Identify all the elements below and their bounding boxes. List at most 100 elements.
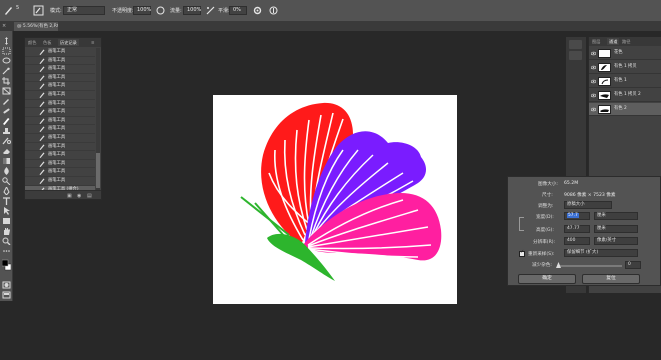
- layers-panel-tabs: 图层 通道 路径: [589, 37, 661, 46]
- history-state-row[interactable]: 画笔工具: [25, 91, 95, 100]
- height-input[interactable]: 47.77: [564, 225, 590, 233]
- visibility-eye-icon[interactable]: [590, 79, 597, 84]
- dodge-tool-icon[interactable]: [2, 177, 11, 185]
- history-state-row[interactable]: 画笔工具: [25, 65, 95, 74]
- foreground-background-swatch[interactable]: [2, 259, 11, 271]
- gear-icon[interactable]: [252, 5, 263, 16]
- airbrush-icon[interactable]: [205, 5, 216, 16]
- marquee-tool-icon[interactable]: [2, 47, 11, 55]
- history-state-row[interactable]: 画笔工具: [25, 177, 95, 186]
- history-state-row[interactable]: 画笔工具: [25, 117, 95, 126]
- smoothing-input[interactable]: 0%: [229, 6, 247, 15]
- trash-icon[interactable]: ▤: [87, 193, 92, 199]
- healing-brush-tool-icon[interactable]: [2, 107, 11, 115]
- history-state-label: 画笔工具: [48, 74, 66, 80]
- clone-stamp-tool-icon[interactable]: [2, 127, 11, 135]
- brush-icon: [39, 152, 45, 159]
- tab-paths[interactable]: 路径: [622, 38, 630, 45]
- fit-to-select[interactable]: 原稿大小: [564, 201, 612, 209]
- visibility-eye-icon[interactable]: [590, 51, 597, 56]
- visibility-eye-icon[interactable]: [590, 65, 597, 70]
- ok-button[interactable]: 确定: [518, 274, 576, 284]
- crop-tool-icon[interactable]: [2, 77, 11, 85]
- fit-to-label: 调整为:: [538, 204, 554, 209]
- width-unit-select[interactable]: 厘米: [594, 212, 638, 220]
- history-state-row[interactable]: 画笔工具: [25, 143, 95, 152]
- gradient-tool-icon[interactable]: [2, 157, 11, 165]
- tab-channels[interactable]: 通道: [607, 38, 620, 45]
- history-brush-tool-icon[interactable]: [2, 137, 11, 145]
- history-state-row[interactable]: 画笔工具: [25, 48, 95, 57]
- brush-tool-preset-icon[interactable]: [3, 5, 14, 16]
- brush-tool-icon[interactable]: [2, 117, 11, 125]
- tab-color[interactable]: 颜色: [28, 39, 36, 46]
- layer-row[interactable]: 有色 1 拷贝: [589, 61, 661, 74]
- resolution-unit-select[interactable]: 像素/英寸: [594, 237, 638, 245]
- screen-mode-icon[interactable]: [2, 291, 11, 299]
- history-state-row[interactable]: 画笔工具: [25, 74, 95, 83]
- reduce-noise-slider[interactable]: [558, 265, 622, 267]
- path-selection-tool-icon[interactable]: [2, 207, 11, 215]
- layer-row[interactable]: 有色 2: [589, 103, 661, 116]
- new-document-from-state-icon[interactable]: ▣: [67, 193, 72, 199]
- pen-tool-icon[interactable]: [2, 187, 11, 195]
- visibility-eye-icon[interactable]: [590, 107, 597, 112]
- document-tab[interactable]: @ 5.56%(有色 2,RGB/8): [14, 22, 58, 31]
- tab-history[interactable]: 历史记录: [58, 39, 79, 46]
- rectangle-tool-icon[interactable]: [2, 217, 11, 225]
- brush-icon: [39, 161, 45, 167]
- frame-tool-icon[interactable]: [2, 87, 11, 95]
- history-state-row[interactable]: 画笔工具: [25, 151, 95, 160]
- history-state-row[interactable]: 画笔工具: [25, 134, 95, 143]
- dock-panel-icon-1[interactable]: [569, 40, 582, 49]
- resolution-input[interactable]: 400: [564, 237, 590, 245]
- resample-select[interactable]: 保留细节 (扩大): [564, 249, 638, 257]
- document-canvas[interactable]: [213, 95, 457, 304]
- constrain-proportions-link[interactable]: [519, 217, 524, 231]
- opacity-input[interactable]: 100%: [133, 6, 151, 15]
- brush-settings-icon[interactable]: [33, 5, 44, 16]
- history-state-row[interactable]: 画笔工具: [25, 57, 95, 66]
- brush-size-value[interactable]: 5: [16, 5, 19, 11]
- history-state-row[interactable]: 画笔工具: [25, 100, 95, 109]
- history-state-row[interactable]: 画笔工具: [25, 125, 95, 134]
- more-tools-icon[interactable]: [2, 247, 11, 255]
- pressure-size-icon[interactable]: [268, 5, 279, 16]
- history-state-label: 画笔工具: [48, 152, 66, 158]
- mode-select[interactable]: 正常: [63, 6, 105, 15]
- dock-panel-icon-2[interactable]: [569, 51, 582, 60]
- blur-tool-icon[interactable]: [2, 167, 11, 175]
- hand-tool-icon[interactable]: [2, 227, 11, 235]
- reduce-noise-input[interactable]: 0: [625, 261, 641, 269]
- history-state-label: 画笔工具: [48, 143, 66, 149]
- history-state-row[interactable]: 画笔工具: [25, 168, 95, 177]
- reset-button[interactable]: 复位: [582, 274, 640, 284]
- tab-layers[interactable]: 图层: [592, 38, 600, 45]
- eraser-tool-icon[interactable]: [2, 147, 11, 155]
- layer-row[interactable]: 有色 1 拷贝 2: [589, 89, 661, 102]
- lasso-tool-icon[interactable]: [2, 57, 11, 65]
- history-state-row[interactable]: 画笔工具: [25, 108, 95, 117]
- history-state-row[interactable]: 画笔工具: [25, 160, 95, 169]
- quick-mask-icon[interactable]: [2, 281, 11, 289]
- layer-row[interactable]: 有色 1: [589, 75, 661, 88]
- zoom-tool-icon[interactable]: [2, 237, 11, 245]
- height-unit-select[interactable]: 厘米: [594, 225, 638, 233]
- quick-select-tool-icon[interactable]: [2, 67, 11, 75]
- tab-swatches[interactable]: 色板: [43, 39, 51, 46]
- history-scrollbar-thumb[interactable]: [96, 153, 100, 188]
- layer-row[interactable]: 花色: [589, 47, 661, 60]
- panel-menu-icon[interactable]: ≡: [91, 39, 95, 46]
- pressure-opacity-icon[interactable]: [155, 5, 166, 16]
- move-tool-icon[interactable]: [2, 37, 11, 45]
- camera-icon[interactable]: ◉: [77, 193, 81, 199]
- flow-input[interactable]: 100%: [183, 6, 201, 15]
- visibility-eye-icon[interactable]: [590, 93, 597, 98]
- eyedropper-tool-icon[interactable]: [2, 97, 11, 105]
- width-input[interactable]: 57.7: [564, 212, 590, 220]
- image-size-label: 图像大小:: [538, 182, 558, 187]
- type-tool-icon[interactable]: [2, 197, 11, 205]
- history-state-row[interactable]: 画笔工具: [25, 82, 95, 91]
- resample-checkbox[interactable]: [519, 249, 525, 257]
- close-tab-icon[interactable]: ×: [2, 22, 6, 31]
